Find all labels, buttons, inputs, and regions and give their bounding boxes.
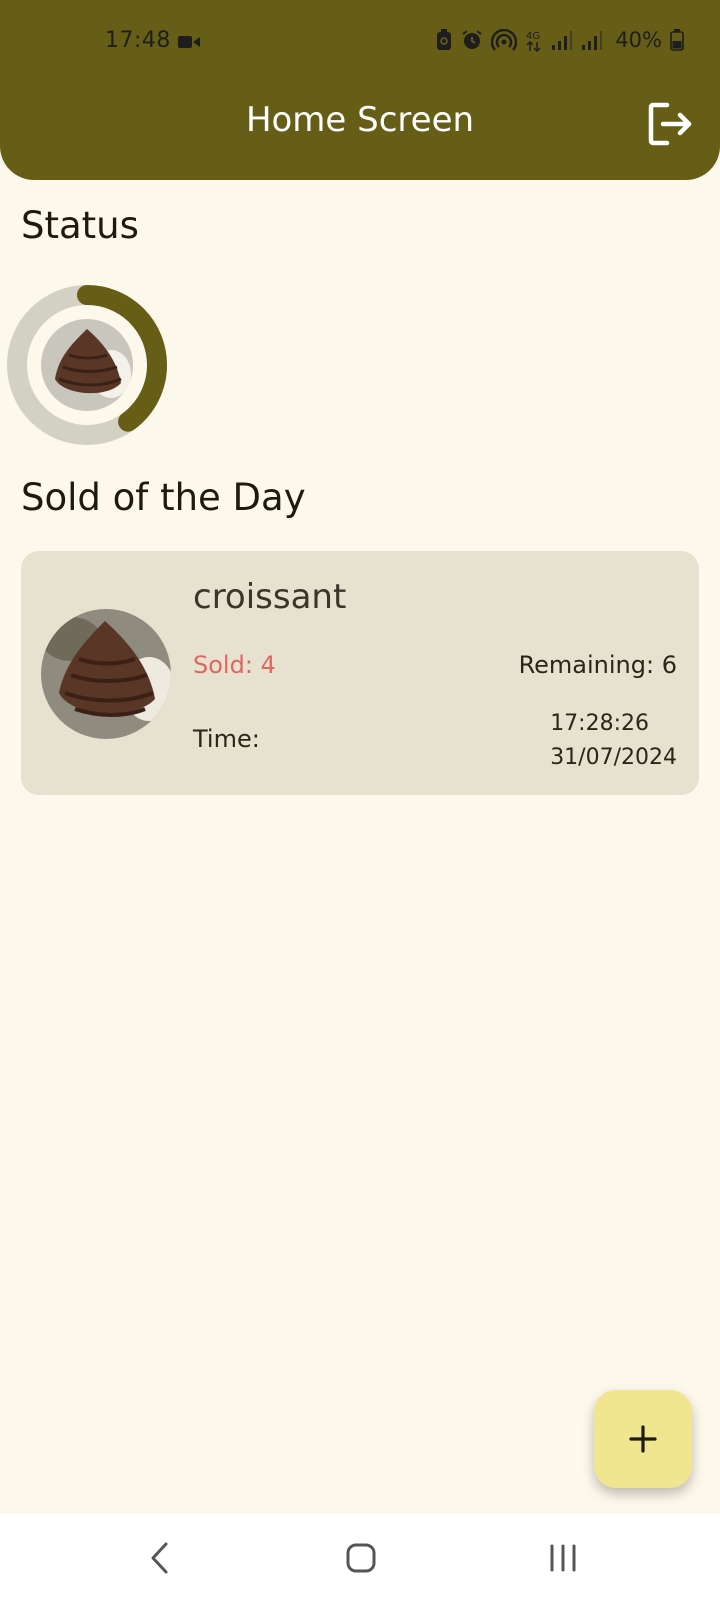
nav-recents-button[interactable] bbox=[533, 1536, 593, 1580]
video-icon bbox=[178, 36, 200, 48]
add-button[interactable] bbox=[594, 1390, 692, 1488]
logout-button[interactable] bbox=[644, 98, 696, 150]
status-time: 17:48 bbox=[105, 28, 171, 53]
product-name: croissant bbox=[193, 577, 347, 617]
svg-text:4G: 4G bbox=[526, 31, 540, 42]
sold-item-card[interactable]: croissant Sold: 4 Remaining: 6 Time: 17:… bbox=[21, 551, 699, 795]
croissant-image bbox=[41, 319, 133, 411]
battery-saver-icon bbox=[437, 29, 452, 50]
battery-icon bbox=[670, 29, 684, 51]
alarm-icon bbox=[462, 30, 482, 49]
sale-time: 17:28:26 bbox=[550, 711, 649, 736]
status-product-image bbox=[41, 319, 133, 411]
timestamp: 17:28:26 31/07/2024 bbox=[550, 707, 677, 775]
remaining-count: Remaining: 6 bbox=[518, 651, 677, 679]
battery-percent: 40% bbox=[615, 28, 662, 52]
time-label: Time: bbox=[193, 725, 260, 753]
hotspot-icon bbox=[491, 29, 518, 51]
sale-date: 31/07/2024 bbox=[550, 745, 677, 770]
product-image bbox=[41, 609, 171, 739]
page-title: Home Screen bbox=[245, 100, 475, 140]
system-nav-bar bbox=[0, 1514, 720, 1600]
signal-icon bbox=[582, 31, 603, 50]
home-icon bbox=[346, 1543, 376, 1573]
nav-back-button[interactable] bbox=[130, 1536, 190, 1580]
nav-home-button[interactable] bbox=[331, 1536, 391, 1580]
recents-icon bbox=[550, 1544, 576, 1572]
status-icons: 4G 40% bbox=[435, 28, 684, 52]
back-icon bbox=[151, 1542, 168, 1574]
4g-icon: 4G bbox=[526, 31, 541, 52]
croissant-image bbox=[41, 609, 171, 739]
home-screen: 17:48 4G 40% Home Screen Status Sold of … bbox=[0, 0, 720, 1600]
logout-icon bbox=[648, 102, 692, 146]
plus-icon bbox=[629, 1425, 657, 1453]
sold-heading: Sold of the Day bbox=[21, 476, 306, 519]
sold-count: Sold: 4 bbox=[193, 651, 276, 679]
status-heading: Status bbox=[21, 204, 139, 247]
signal-icon bbox=[552, 31, 573, 50]
app-bar: 17:48 4G 40% Home Screen bbox=[0, 0, 720, 180]
